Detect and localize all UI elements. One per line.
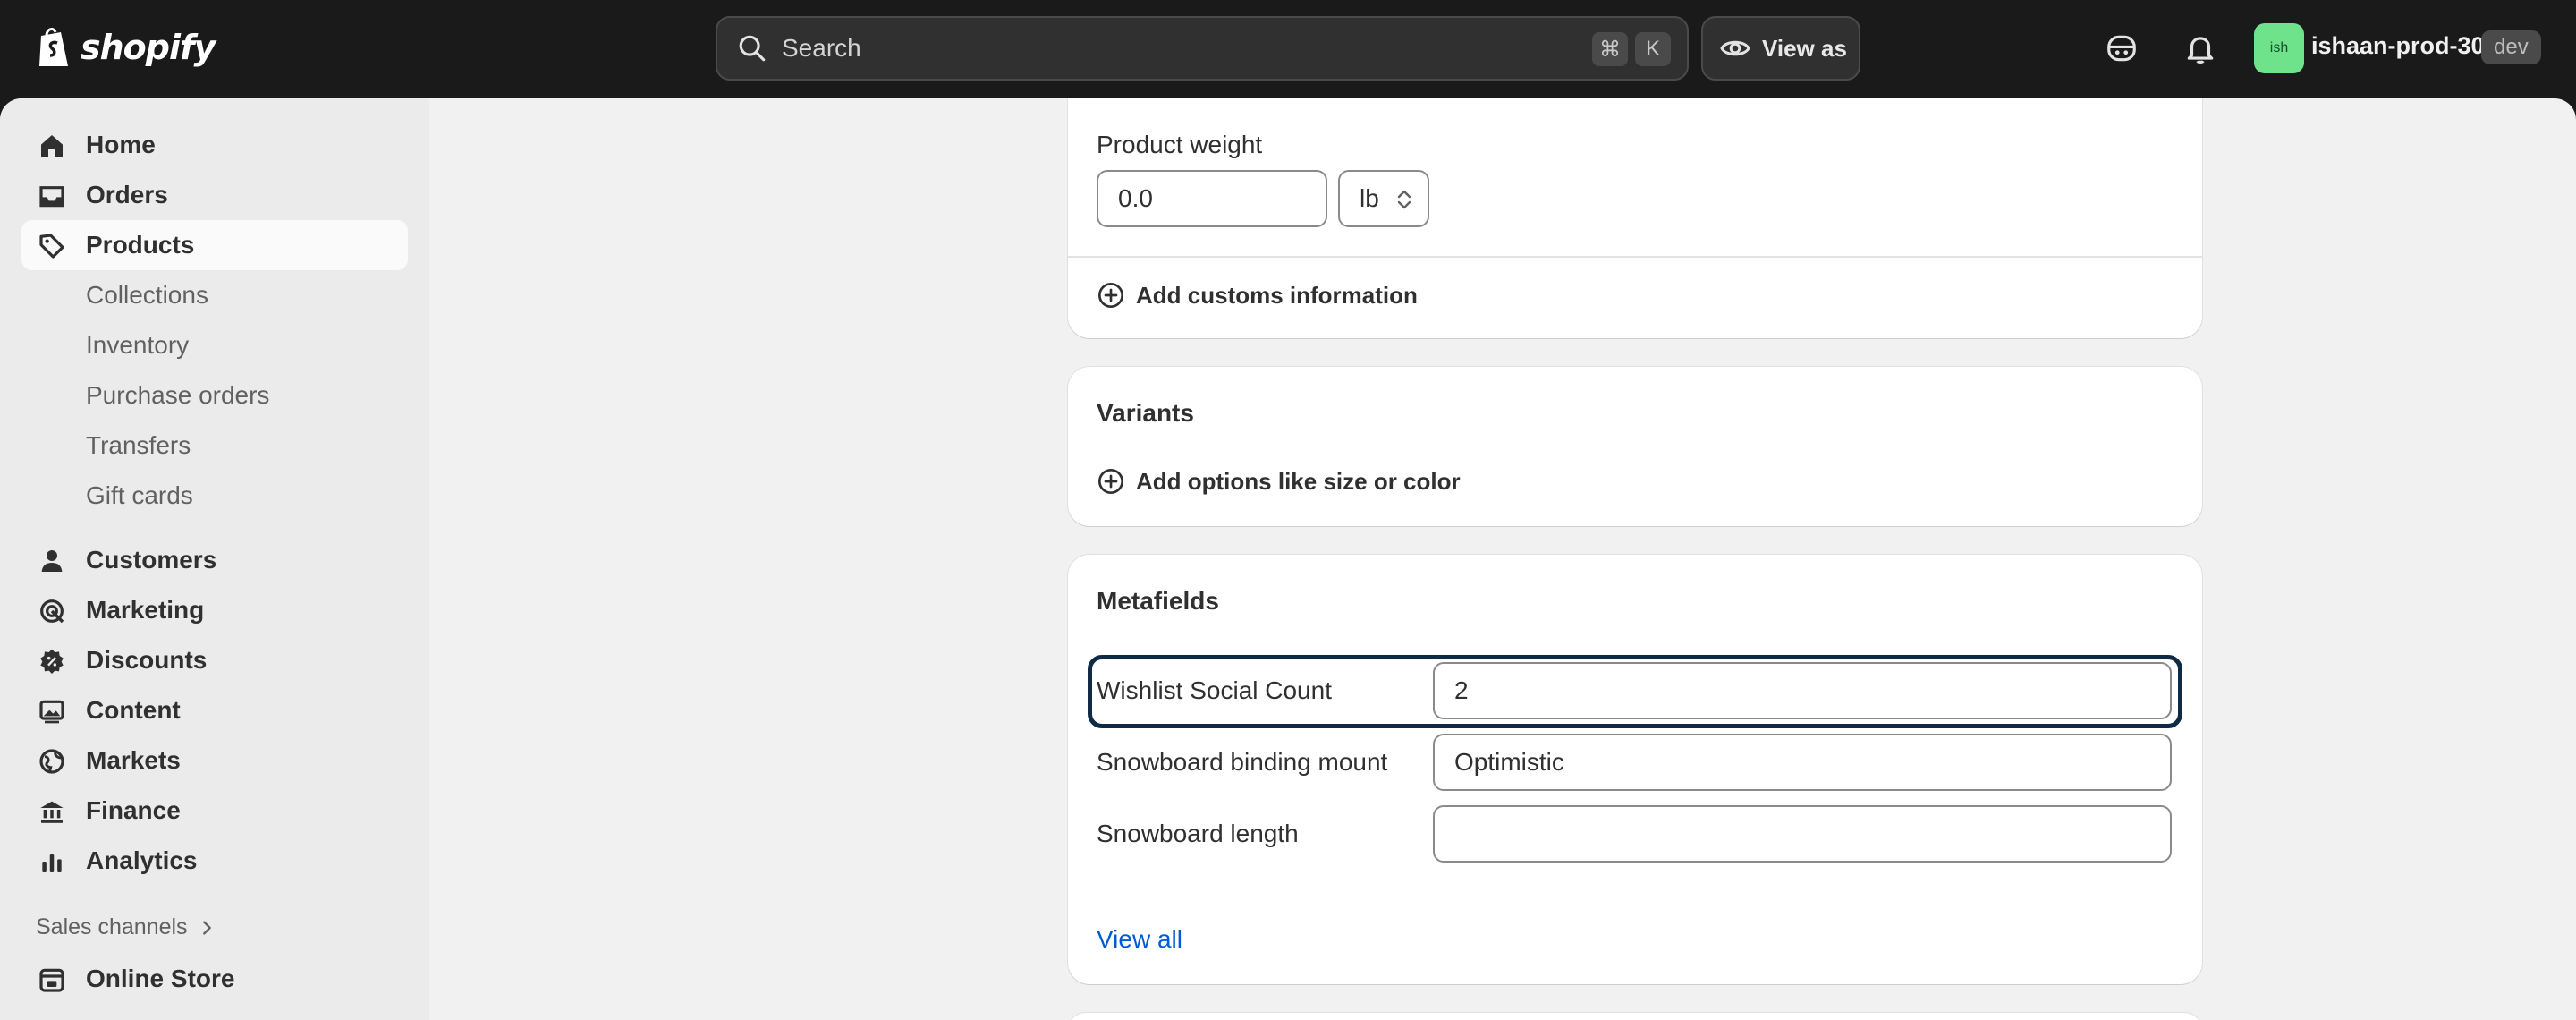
top-bar: shopify Search ⌘ K View as ish ishaan-pr… [0, 0, 2576, 98]
notifications-button[interactable] [2181, 29, 2220, 68]
sidebar-item-orders[interactable]: Orders [21, 170, 408, 220]
shipping-card: Product weight 0.0 lb Add customs inform… [1068, 98, 2202, 338]
metafield-input-snowboard-binding-mount[interactable]: Optimistic [1433, 734, 2172, 791]
sidekick-icon [2107, 35, 2136, 62]
sidebar-item-analytics[interactable]: Analytics [21, 836, 408, 886]
search-icon [739, 35, 766, 62]
sidebar-item-label: Customers [86, 546, 217, 574]
sidebar-subitem-label: Inventory [86, 331, 190, 359]
sidebar-item-label: Finance [86, 796, 181, 824]
discount-icon [38, 647, 66, 676]
sidebar-item-marketing[interactable]: Marketing [21, 585, 408, 635]
next-card [1068, 1013, 2202, 1020]
image-icon [38, 697, 66, 726]
sidebar-subitem-label: Gift cards [86, 481, 193, 509]
bar-chart-icon [38, 847, 66, 876]
search-placeholder: Search [782, 34, 861, 62]
sidebar-item-label: Orders [86, 181, 168, 208]
metafields-card: Metafields Wishlist Social Count 2 Snowb… [1068, 555, 2202, 984]
bell-icon [2187, 37, 2214, 64]
sales-channels-title: Sales channels [36, 914, 188, 939]
variants-card: Variants Add options like size or color [1068, 367, 2202, 526]
sidebar-item-label: Online Store [86, 965, 235, 992]
store-icon [38, 965, 66, 994]
variants-title: Variants [1097, 399, 1194, 427]
kbd-k: K [1635, 32, 1671, 66]
sidebar-subitem-transfers[interactable]: Transfers [21, 421, 408, 471]
tag-icon [38, 232, 66, 260]
plus-circle-icon [1098, 283, 1123, 308]
sidebar-item-label: Markets [86, 746, 181, 774]
kbd-command: ⌘ [1592, 32, 1628, 66]
sales-channels-header[interactable]: Sales channels [36, 914, 216, 940]
metafield-label-snowboard-binding-mount: Snowboard binding mount [1097, 748, 1388, 776]
sidebar-subitem-purchase-orders[interactable]: Purchase orders [21, 370, 408, 421]
sidebar-item-finance[interactable]: Finance [21, 786, 408, 836]
store-badge: dev [2481, 30, 2541, 64]
product-weight-input[interactable]: 0.0 [1097, 170, 1327, 227]
sidebar-item-label: Content [86, 696, 181, 724]
sidebar-item-home[interactable]: Home [21, 120, 408, 170]
metafield-input-wishlist-social-count[interactable]: 2 [1433, 662, 2172, 719]
sidebar-subitem-collections[interactable]: Collections [21, 270, 408, 320]
sidebar-item-content[interactable]: Content [21, 685, 408, 735]
home-icon [38, 132, 66, 160]
sidebar-item-label: Products [86, 231, 195, 259]
weight-unit-select[interactable]: lb [1338, 170, 1429, 227]
add-customs-info-label: Add customs information [1136, 281, 1418, 309]
sidebar-item-discounts[interactable]: Discounts [21, 635, 408, 685]
sidebar-item-label: Analytics [86, 846, 198, 874]
sidebar-subitem-label: Purchase orders [86, 381, 270, 409]
sidekick-button[interactable] [2102, 29, 2141, 68]
sidebar-item-customers[interactable]: Customers [21, 535, 408, 585]
plus-circle-icon [1098, 469, 1123, 494]
sidebar-subitem-label: Collections [86, 281, 208, 309]
search-bar[interactable]: Search ⌘ K [716, 16, 1689, 81]
add-options-label: Add options like size or color [1136, 467, 1461, 495]
sidebar-item-products[interactable]: Products [21, 220, 408, 270]
sidebar-item-markets[interactable]: Markets [21, 735, 408, 786]
shopify-bag-icon [39, 28, 68, 66]
weight-unit-value: lb [1360, 184, 1379, 212]
main-content: Product weight 0.0 lb Add customs inform… [429, 98, 2576, 1020]
product-weight-label: Product weight [1097, 131, 1263, 158]
metafield-label-snowboard-length: Snowboard length [1097, 820, 1299, 847]
divider [1068, 256, 2202, 258]
sidebar-nav: Home Orders Products Collections Invento… [0, 98, 429, 1020]
sidebar-item-label: Discounts [86, 646, 208, 674]
sidebar-subitem-inventory[interactable]: Inventory [21, 320, 408, 370]
add-options-button[interactable]: Add options like size or color [1097, 467, 1461, 496]
metafields-title: Metafields [1097, 587, 1219, 615]
globe-icon [38, 747, 66, 776]
metafield-label-wishlist-social-count: Wishlist Social Count [1097, 676, 1332, 704]
target-icon [38, 597, 66, 625]
view-as-label: View as [1762, 34, 1847, 62]
sidebar-item-online-store[interactable]: Online Store [21, 954, 408, 1004]
view-as-button[interactable]: View as [1701, 16, 1860, 81]
sidebar-item-label: Home [86, 131, 156, 158]
shopify-logo[interactable]: shopify [34, 25, 216, 70]
sidebar-subitem-label: Transfers [86, 431, 191, 459]
inbox-icon [38, 182, 66, 210]
store-name[interactable]: ishaan-prod-30 [2311, 32, 2485, 60]
select-arrows-icon [1397, 190, 1411, 209]
avatar[interactable]: ish [2254, 23, 2304, 73]
sidebar-subitem-gift-cards[interactable]: Gift cards [21, 471, 408, 521]
metafield-input-snowboard-length[interactable] [1433, 805, 2172, 863]
logo-text: shopify [80, 28, 216, 67]
add-customs-info-button[interactable]: Add customs information [1097, 281, 1418, 310]
eye-icon [1720, 40, 1750, 56]
bank-icon [38, 797, 66, 826]
person-icon [38, 547, 66, 575]
chevron-right-icon [202, 920, 211, 935]
sidebar-item-label: Marketing [86, 596, 205, 624]
view-all-metafields-link[interactable]: View all [1097, 925, 1182, 954]
